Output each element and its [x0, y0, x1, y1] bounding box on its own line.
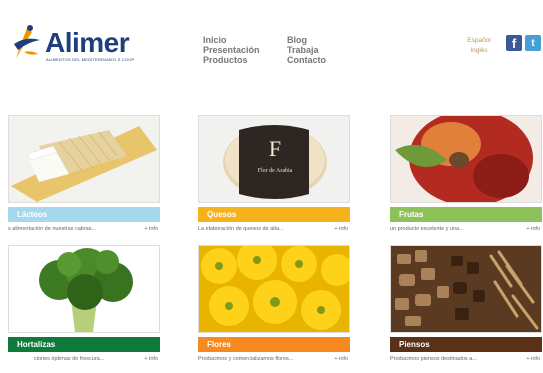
quesos-desc-text: La elaboración de quesos de alta...: [198, 226, 284, 232]
piensos-more-info-link[interactable]: + info: [526, 356, 540, 362]
language-switcher: Español Inglés: [462, 36, 496, 56]
main-nav-secondary: Blog Trabaja Contacto: [287, 35, 326, 65]
alimer-logo[interactable]: Alimer ALIMENTOS DEL MEDITERRANEO S.COOP: [10, 20, 134, 70]
hortalizas-title: Hortalizas: [17, 340, 56, 349]
nav-inicio[interactable]: Inicio: [203, 35, 260, 45]
piensos-image: [390, 245, 542, 333]
flores-description: Producimos y comercializamos flores... +…: [198, 356, 350, 362]
quesos-image: F Flor de Arabia: [198, 115, 350, 203]
nav-blog[interactable]: Blog: [287, 35, 326, 45]
nav-contacto[interactable]: Contacto: [287, 55, 326, 65]
piensos-description: Producimos piensos destinados a... + inf…: [390, 356, 542, 362]
quesos-title: Quesos: [207, 210, 237, 219]
quesos-more-info-link[interactable]: + info: [334, 226, 348, 232]
cheese-label-text: Flor de Arabia: [258, 168, 293, 174]
quesos-title-band[interactable]: Quesos: [198, 207, 350, 222]
lacteos-description: s alimentación de nuestras cabras... + i…: [8, 226, 160, 232]
piensos-title-band[interactable]: Piensos: [390, 337, 542, 352]
brand-name: Alimer: [45, 27, 130, 58]
logo-mark-icon: [14, 25, 40, 58]
frutas-image: [390, 115, 542, 203]
hortalizas-description: ciones óptimas de frescura... + info: [8, 356, 160, 362]
lang-ingles[interactable]: Inglés: [462, 46, 496, 56]
nav-presentacion[interactable]: Presentación: [203, 45, 260, 55]
flores-more-info-link[interactable]: + info: [334, 356, 348, 362]
hortalizas-image: [8, 245, 160, 333]
twitter-icon[interactable]: t: [525, 35, 541, 51]
nav-productos[interactable]: Productos: [203, 55, 260, 65]
piensos-title: Piensos: [399, 340, 430, 349]
flores-desc-text: Producimos y comercializamos flores...: [198, 356, 294, 362]
nav-trabaja[interactable]: Trabaja: [287, 45, 326, 55]
lacteos-more-info-link[interactable]: + info: [144, 226, 158, 232]
main-nav-primary: Inicio Presentación Productos: [203, 35, 260, 65]
piensos-desc-text: Producimos piensos destinados a...: [390, 356, 477, 362]
lacteos-title: Lácteos: [17, 210, 48, 219]
flores-title-band[interactable]: Flores: [198, 337, 350, 352]
hortalizas-more-info-link[interactable]: + info: [144, 356, 158, 362]
lacteos-desc-text: s alimentación de nuestras cabras...: [8, 226, 97, 232]
flores-image: [198, 245, 350, 333]
cheese-label-letter: F: [269, 136, 281, 161]
frutas-description: un producto excelente y una... + info: [390, 226, 542, 232]
frutas-title: Frutas: [399, 210, 424, 219]
frutas-more-info-link[interactable]: + info: [526, 226, 540, 232]
lacteos-title-band[interactable]: Lácteos: [8, 207, 160, 222]
frutas-title-band[interactable]: Frutas: [390, 207, 542, 222]
flores-title: Flores: [207, 340, 232, 349]
hortalizas-title-band[interactable]: Hortalizas: [8, 337, 160, 352]
frutas-desc-text: un producto excelente y una...: [390, 226, 464, 232]
facebook-icon[interactable]: f: [506, 35, 522, 51]
lacteos-image: [8, 115, 160, 203]
brand-tagline: ALIMENTOS DEL MEDITERRANEO S.COOP: [46, 57, 135, 62]
quesos-description: La elaboración de quesos de alta... + in…: [198, 226, 350, 232]
lang-espanol[interactable]: Español: [462, 36, 496, 46]
hortalizas-desc-text: ciones óptimas de frescura...: [34, 356, 105, 362]
